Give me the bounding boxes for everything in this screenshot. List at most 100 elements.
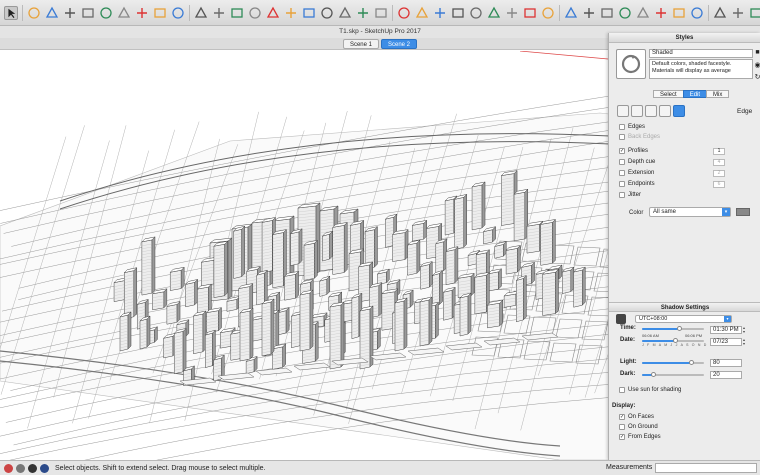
face-settings-icon[interactable] [631,105,643,117]
style-name-field[interactable]: Shaded [649,49,753,58]
pan-icon[interactable] [415,6,429,20]
dark-field[interactable]: 20 [710,371,742,379]
tab-scene-2[interactable]: Scene 2 [381,39,418,49]
monochrome-icon[interactable] [690,6,704,20]
background-settings-icon[interactable] [645,105,657,117]
component-icon[interactable] [27,6,41,20]
dark-slider[interactable] [642,372,704,377]
back-edges-icon[interactable] [600,6,614,20]
geo-location-icon[interactable] [4,463,13,473]
edges-option[interactable]: Edges [619,123,645,131]
watermark-settings-icon[interactable] [659,105,671,117]
edge-color-select[interactable]: All same ▾ [649,207,731,217]
shaded-textures-icon[interactable] [672,6,686,20]
time-field[interactable]: 01:30 PM [710,326,742,334]
select-icon[interactable] [4,5,18,20]
front-view-icon[interactable] [749,6,760,20]
light-slider[interactable] [642,360,704,365]
depth-cue-checkbox[interactable] [619,159,625,165]
date-field[interactable]: 07/23 [710,338,742,346]
profiles-option[interactable]: ✓ Profiles [619,147,648,155]
extension-checkbox[interactable] [619,170,625,176]
time-slider[interactable] [642,326,704,331]
axes-icon[interactable] [356,6,370,20]
eraser-icon[interactable] [63,6,77,20]
date-stepper[interactable]: ▴ ▾ [743,338,748,346]
profiles-checkbox[interactable]: ✓ [619,148,625,154]
circle-icon[interactable] [135,6,149,20]
polygon-icon[interactable] [153,6,167,20]
look-around-icon[interactable] [541,6,555,20]
style-thumbnail[interactable] [616,49,646,79]
light-field[interactable]: 80 [710,359,742,367]
depth-cue-option[interactable]: Depth cue [619,158,655,166]
on-ground-option[interactable]: On Ground [619,423,658,431]
tab-mix[interactable]: Mix [706,90,730,98]
credits-icon[interactable] [16,463,25,473]
walk-icon[interactable] [523,6,537,20]
tab-select[interactable]: Select [653,90,684,98]
offset-icon[interactable] [266,6,280,20]
push-pull-icon[interactable] [230,6,244,20]
on-faces-option[interactable]: ✓ On Faces [619,413,654,421]
text-icon[interactable] [338,6,352,20]
toggle-shadows-icon[interactable] [616,314,626,324]
on-faces-checkbox[interactable]: ✓ [619,414,625,420]
zoom-extents-icon[interactable] [469,6,483,20]
from-edges-checkbox[interactable]: ✓ [619,434,625,440]
light-slider-handle[interactable] [688,360,694,365]
jitter-checkbox[interactable] [619,192,625,198]
orbit-icon[interactable] [397,6,411,20]
protractor-icon[interactable] [320,6,334,20]
style-paint-icon[interactable]: ◉ [754,62,760,69]
dark-slider-handle[interactable] [651,372,657,377]
time-stepper[interactable]: ▴ ▾ [743,326,748,334]
dimension-icon[interactable] [302,6,316,20]
wireframe-icon[interactable] [618,6,632,20]
help-icon[interactable] [40,463,49,473]
move-icon[interactable] [171,6,185,20]
3d-text-icon[interactable] [374,6,388,20]
arc-icon[interactable] [99,6,113,20]
timezone-select[interactable]: UTC+08:00 ▾ [635,315,732,323]
tab-edit[interactable]: Edit [682,90,708,98]
extension-field[interactable]: 2 [713,170,725,177]
use-sun-option[interactable]: Use sun for shading [619,386,681,394]
section-plane-icon[interactable] [564,6,578,20]
jitter-option[interactable]: Jitter [619,191,641,199]
edges-checkbox[interactable] [619,124,625,130]
previous-view-icon[interactable] [487,6,501,20]
time-slider-handle[interactable] [677,326,683,331]
from-edges-option[interactable]: ✓ From Edges [619,433,661,441]
endpoints-field[interactable]: 6 [713,181,725,188]
use-sun-checkbox[interactable] [619,387,625,393]
extension-option[interactable]: Extension [619,169,654,177]
edge-settings-icon[interactable] [617,105,629,117]
shaded-icon[interactable] [654,6,668,20]
line-icon[interactable] [81,6,95,20]
style-house-icon[interactable]: ■ [754,49,760,56]
endpoints-checkbox[interactable] [619,181,625,187]
modeling-settings-icon[interactable] [673,105,685,117]
zoom-window-icon[interactable] [451,6,465,20]
style-description-field[interactable]: Default colors, shaded facestyle. Materi… [649,59,753,79]
user-icon[interactable] [28,463,37,473]
iso-view-icon[interactable] [713,6,727,20]
top-view-icon[interactable] [731,6,745,20]
x-ray-icon[interactable] [582,6,596,20]
scale-icon[interactable] [212,6,226,20]
endpoints-option[interactable]: Endpoints [619,180,655,188]
paint-icon[interactable] [45,6,59,20]
zoom-icon[interactable] [433,6,447,20]
update-style-icon[interactable]: ↻ [754,74,760,81]
on-ground-checkbox[interactable] [619,424,625,430]
edge-color-swatch[interactable] [736,208,750,216]
tab-scene-1[interactable]: Scene 1 [342,39,379,49]
profiles-width-field[interactable]: 1 [713,148,725,155]
tape-measure-icon[interactable] [284,6,298,20]
position-camera-icon[interactable] [505,6,519,20]
depth-cue-field[interactable]: 4 [713,159,725,166]
follow-me-icon[interactable] [248,6,262,20]
measurements-input[interactable] [655,463,757,473]
rotate-icon[interactable] [194,6,208,20]
